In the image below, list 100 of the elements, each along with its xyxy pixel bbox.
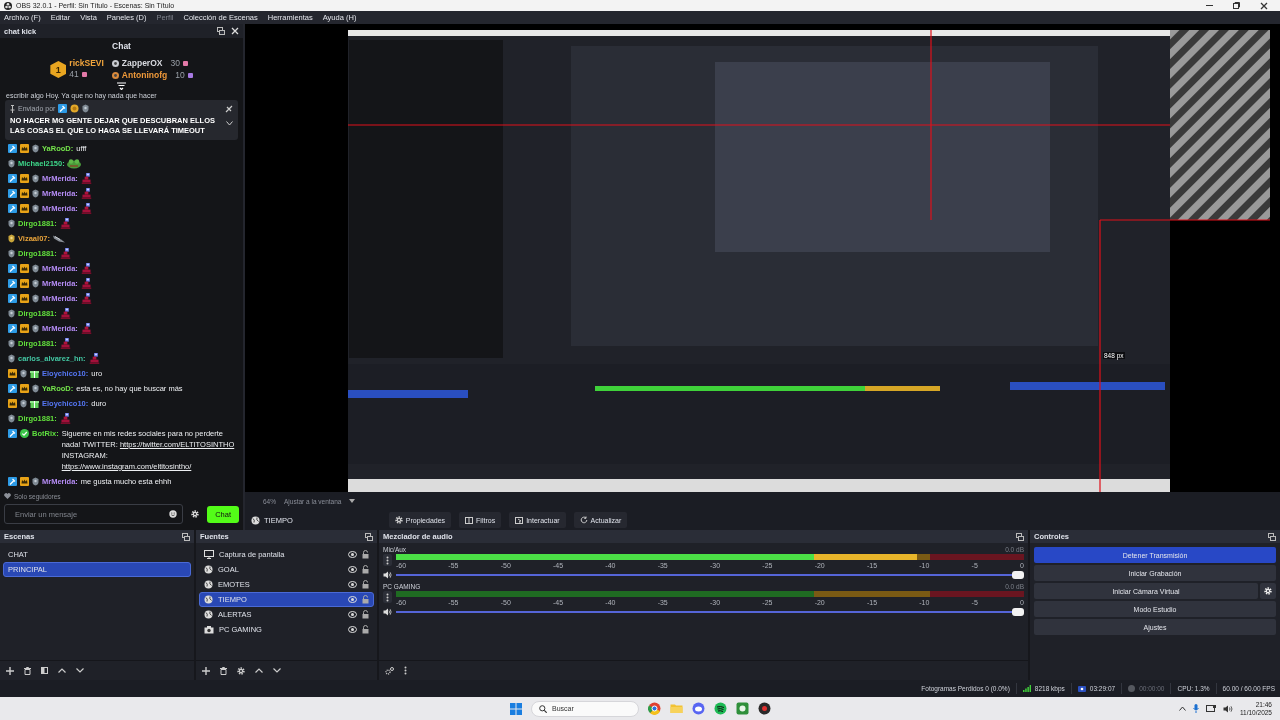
browser-icon[interactable] (648, 702, 661, 715)
eye-icon[interactable] (348, 551, 357, 558)
search-icon (539, 704, 547, 713)
channel-menu-button[interactable] (383, 591, 392, 603)
chat-heading: Chat (111, 40, 132, 53)
rank-badge: 1 (50, 61, 67, 78)
eye-icon[interactable] (348, 566, 357, 573)
chevron-down-icon[interactable] (226, 121, 233, 126)
undock-icon[interactable] (1016, 532, 1024, 541)
close-icon[interactable] (1260, 1, 1268, 10)
frog-emote-icon (66, 158, 81, 169)
filter-icon[interactable] (41, 667, 48, 674)
lock-icon[interactable] (362, 550, 369, 559)
trash-icon[interactable] (220, 666, 227, 675)
start-icon[interactable] (510, 702, 522, 715)
hammer-badge-icon (8, 384, 17, 393)
shield-badge-icon (32, 204, 39, 213)
crown-badge-icon (20, 294, 29, 303)
gift-badge-icon (30, 399, 39, 408)
points: 41 (69, 69, 79, 79)
record-app-icon[interactable] (758, 702, 771, 715)
shield-badge-icon (32, 279, 39, 288)
shield-badge-icon (8, 234, 15, 243)
eye-icon[interactable] (348, 581, 357, 588)
crown-badge-icon (8, 399, 17, 408)
undock-icon[interactable] (217, 27, 225, 35)
volume-slider-thumb[interactable] (1012, 571, 1024, 579)
plus-icon[interactable] (6, 666, 14, 675)
check-badge-icon (20, 429, 29, 438)
shield-badge-icon (8, 414, 15, 423)
shield-badge-icon (20, 399, 27, 408)
tray-chevron-icon[interactable] (1178, 706, 1186, 711)
microphone-icon[interactable] (1192, 704, 1199, 713)
shield-badge-icon (32, 384, 39, 393)
figure-emote-icon (58, 338, 72, 349)
channel-menu-button[interactable] (383, 554, 392, 566)
speaker-icon[interactable] (383, 571, 392, 579)
eye-icon[interactable] (348, 611, 357, 618)
hammer-badge-icon (8, 324, 17, 333)
globe-icon (204, 610, 213, 619)
crown-badge-icon (20, 144, 29, 153)
hammer-badge-icon (8, 429, 17, 438)
eye-icon[interactable] (348, 596, 357, 603)
settings-icon[interactable] (191, 510, 200, 518)
virtual-camera-settings-button[interactable] (1260, 583, 1276, 599)
crown-badge-icon (20, 384, 29, 393)
chevron-down-icon[interactable] (76, 668, 84, 673)
more-icon[interactable] (404, 666, 407, 675)
scroll-down-icon[interactable] (117, 82, 126, 90)
music-app-icon[interactable] (714, 702, 727, 715)
hammer-badge-icon (8, 264, 17, 273)
restore-icon[interactable] (1233, 1, 1240, 9)
lock-icon[interactable] (362, 625, 369, 634)
caret-icon[interactable] (349, 499, 356, 503)
figure-emote-icon (58, 413, 72, 424)
leader-name: Antoninofg (121, 70, 168, 80)
volume-slider[interactable] (396, 571, 1024, 579)
lock-icon[interactable] (362, 595, 369, 604)
speaker-icon[interactable] (1222, 704, 1233, 713)
settings-icon[interactable] (237, 666, 245, 675)
lock-icon[interactable] (362, 565, 369, 574)
leader-name: rickSEVI (69, 58, 104, 68)
points: 30 (170, 58, 180, 68)
lock-icon[interactable] (362, 610, 369, 619)
eye-icon[interactable] (348, 626, 357, 633)
undock-icon[interactable] (1268, 532, 1276, 541)
shield-badge-icon (8, 309, 15, 318)
emoji-icon[interactable] (169, 510, 178, 518)
settings-icon[interactable] (394, 516, 403, 524)
crown-badge-icon (20, 264, 29, 273)
figure-emote-icon (87, 353, 101, 364)
chevron-up-icon[interactable] (58, 668, 66, 673)
monitor-icon[interactable] (1205, 704, 1216, 713)
volume-slider[interactable] (396, 608, 1024, 616)
more-icon[interactable] (386, 555, 389, 565)
mixer-settings-icon[interactable] (385, 666, 394, 675)
fish-emote-icon (51, 233, 66, 244)
speaker-icon[interactable] (383, 608, 392, 616)
chevron-up-icon[interactable] (255, 668, 263, 673)
chevron-down-icon[interactable] (273, 668, 281, 673)
points: 10 (175, 70, 185, 80)
figure-emote-icon (79, 293, 93, 304)
undock-icon[interactable] (365, 532, 373, 541)
signal-icon (1022, 685, 1031, 692)
lock-icon[interactable] (362, 580, 369, 589)
shield-badge-icon (8, 339, 15, 348)
chat-app-icon[interactable] (692, 702, 705, 715)
unpin-icon[interactable] (225, 104, 233, 113)
trash-icon[interactable] (24, 666, 31, 675)
undock-icon[interactable] (182, 532, 190, 541)
figure-emote-icon (79, 173, 93, 184)
volume-slider-thumb[interactable] (1012, 608, 1024, 616)
hammer-badge-icon (8, 294, 17, 303)
plus-icon[interactable] (202, 666, 210, 675)
hammer-badge-icon (8, 144, 17, 153)
medal-badge-icon (70, 104, 80, 113)
filter-icon (465, 516, 474, 524)
crown-badge-icon (20, 324, 29, 333)
more-icon[interactable] (386, 592, 389, 602)
game-app-icon[interactable] (736, 702, 749, 715)
